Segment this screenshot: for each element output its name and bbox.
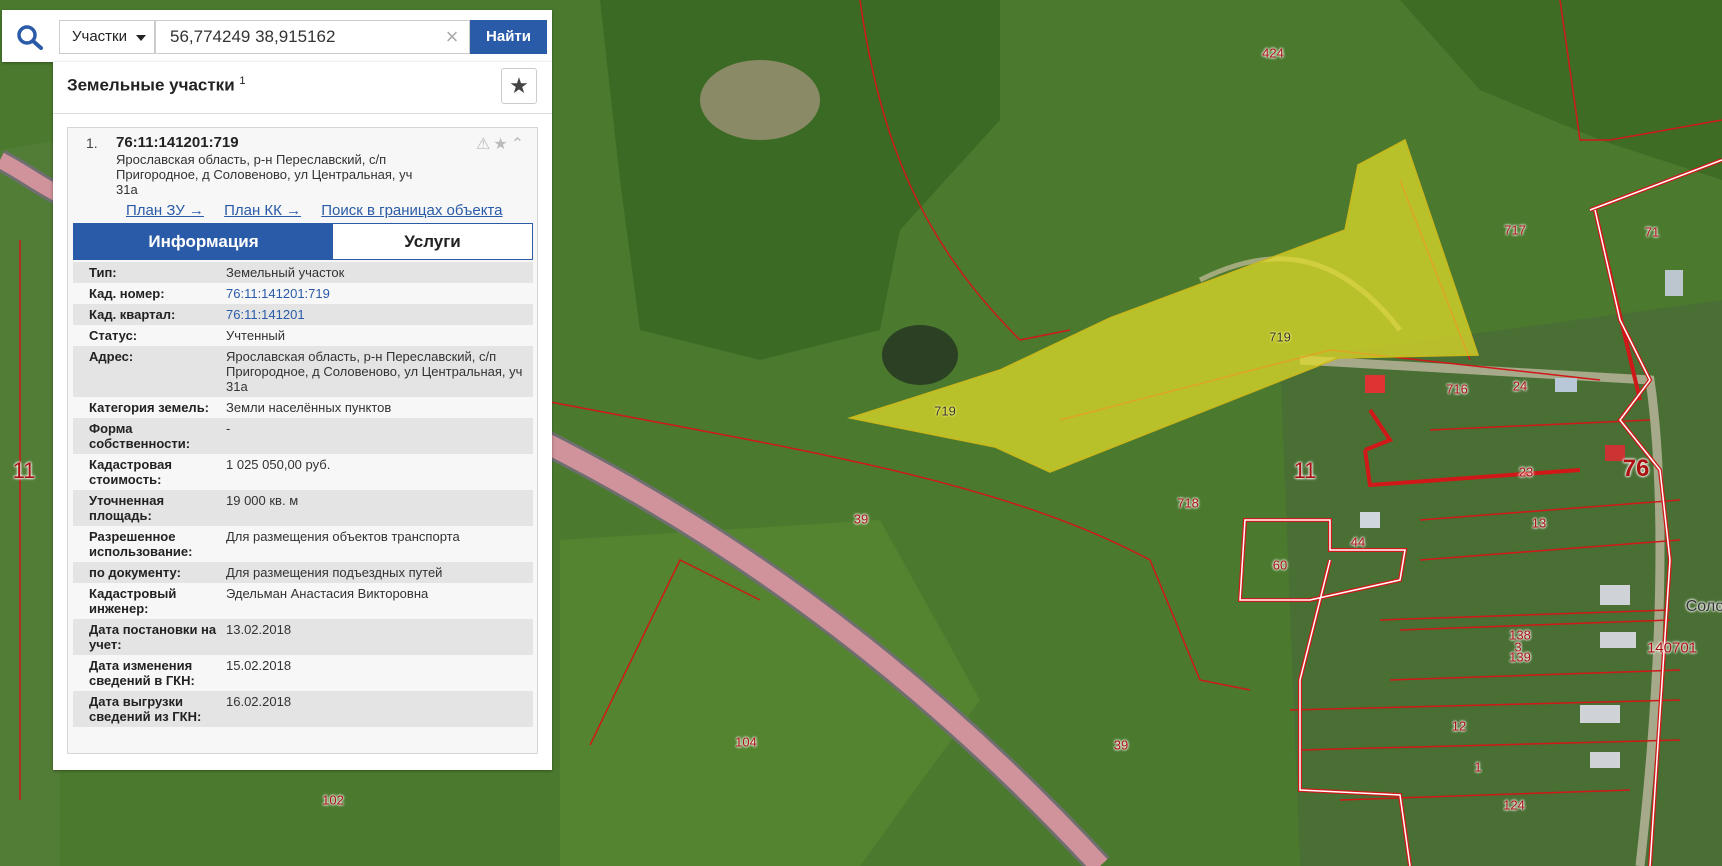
plan-zu-link[interactable]: План ЗУ → xyxy=(126,202,204,219)
category-select-value: Участки xyxy=(72,28,127,45)
info-key: Дата выгрузки сведений из ГКН: xyxy=(89,694,202,724)
info-key: Кад. номер: xyxy=(89,286,165,301)
results-panel: Земельные участки 1 ★ 1. 76:11:141201:71… xyxy=(53,62,552,770)
info-row: Категория земель: Земли населённых пункто… xyxy=(73,397,533,418)
category-select[interactable]: Участки xyxy=(59,20,155,54)
chevron-down-icon xyxy=(136,35,146,41)
info-key: Статус: xyxy=(89,328,138,343)
result-cad-number[interactable]: 76:11:141201:719 xyxy=(116,134,239,151)
cadastral-block-label: 140701 xyxy=(1646,639,1698,657)
info-key: Кад. квартал: xyxy=(89,307,176,322)
info-value: 13.02.2018 xyxy=(226,622,292,637)
info-row: Кадастровая стоимость: 1 025 050,00 руб. xyxy=(73,454,533,490)
parcel-label: 718 xyxy=(1177,495,1199,511)
info-row: Разрешенное использование: Для размещения… xyxy=(73,526,533,562)
info-value: Для размещения объектов транспорта xyxy=(226,529,460,544)
info-key: Кадастровая стоимость: xyxy=(89,457,172,487)
result-card[interactable]: 1. 76:11:141201:719 Ярославская область,… xyxy=(67,127,538,754)
parcel-label: 1 xyxy=(1474,759,1482,775)
parcel-label: 124 xyxy=(1503,797,1525,813)
info-row: Кад. номер: 76:11:141201:719 xyxy=(73,283,533,304)
info-value: 1 025 050,00 руб. xyxy=(226,457,331,472)
parcel-label: 717 xyxy=(1504,222,1526,238)
results-title: Земельные участки 1 xyxy=(67,75,246,95)
parcel-label: 12 xyxy=(1451,718,1467,734)
info-value: Ярославская область, р-н Переславский, с… xyxy=(226,349,523,394)
info-row: Кадастровый инженер: Эдельман Анастасия В… xyxy=(73,583,533,619)
cadastral-district-label: 11 xyxy=(1293,458,1317,483)
info-key: Дата изменения сведений в ГКН: xyxy=(89,658,195,688)
info-key: Дата постановки на учет: xyxy=(89,622,217,652)
find-button[interactable]: Найти xyxy=(470,20,547,54)
parcel-label: 39 xyxy=(853,511,869,527)
results-count: 1 xyxy=(239,75,246,87)
clear-icon[interactable]: × xyxy=(440,21,464,53)
parcel-label: 102 xyxy=(322,792,344,808)
info-value: Для размещения подъездных путей xyxy=(226,565,443,580)
info-key: по документу: xyxy=(89,565,181,580)
info-row: Статус: Учтенный xyxy=(73,325,533,346)
parcel-label: 60 xyxy=(1272,557,1288,573)
search-icon[interactable] xyxy=(16,24,44,50)
parcel-label: 139 xyxy=(1509,649,1531,665)
parcel-label: 39 xyxy=(1113,737,1129,753)
info-row: Дата изменения сведений в ГКН: 15.02.2018 xyxy=(73,655,533,691)
info-value: Учтенный xyxy=(226,328,286,343)
tab-information[interactable]: Информация xyxy=(74,224,333,259)
cadastral-district-label: 11 xyxy=(12,458,36,483)
info-row: Кад. квартал: 76:11:141201 xyxy=(73,304,533,325)
settlement-label: Соло xyxy=(1685,598,1722,615)
info-table: Тип: Земельный участок Кад. номер: 76:11:14… xyxy=(73,262,533,727)
result-index: 1. xyxy=(86,135,98,151)
tab-services[interactable]: Услуги xyxy=(333,224,532,259)
parcel-label: 424 xyxy=(1262,45,1284,61)
info-row: Адрес: Ярославская область, р-н Переславс… xyxy=(73,346,533,397)
info-value: 19 000 кв. м xyxy=(226,493,299,508)
search-input[interactable] xyxy=(155,20,470,54)
result-address: Ярославская область, р-н Переславский, с… xyxy=(116,152,413,197)
parcel-label: 24 xyxy=(1512,378,1528,394)
info-row: Уточненная площадь: 19 000 кв. м xyxy=(73,490,533,526)
info-value: 15.02.2018 xyxy=(226,658,292,673)
info-value[interactable]: 76:11:141201:719 xyxy=(226,286,533,301)
results-header: Земельные участки 1 ★ xyxy=(53,62,552,114)
favorite-button[interactable]: ★ xyxy=(501,68,537,104)
parcel-label: 23 xyxy=(1518,464,1534,480)
info-key: Категория земель: xyxy=(89,400,210,415)
parcel-label-selected: 719 xyxy=(1269,329,1291,345)
plan-kk-link[interactable]: План КК → xyxy=(224,202,301,219)
search-bar: Участки × Найти xyxy=(2,10,552,62)
info-value: Эдельман Анастасия Викторовна xyxy=(226,586,429,601)
info-key: Тип: xyxy=(89,265,117,280)
info-value: - xyxy=(226,421,231,436)
info-value: Земельный участок xyxy=(226,265,345,280)
info-row: Дата выгрузки сведений из ГКН: 16.02.2018 xyxy=(73,691,533,727)
info-row: Форма собственности: - xyxy=(73,418,533,454)
info-value: 16.02.2018 xyxy=(226,694,292,709)
info-key: Разрешенное использование: xyxy=(89,529,193,559)
parcel-label-selected: 719 xyxy=(934,403,956,419)
parcel-label: 13 xyxy=(1531,515,1547,531)
parcel-label: 71 xyxy=(1644,224,1660,240)
info-key: Уточненная площадь: xyxy=(89,493,165,523)
info-key: Кадастровый инженер: xyxy=(89,586,177,616)
star-icon: ★ xyxy=(509,73,529,98)
card-actions-icons[interactable]: ⚠★⌃ xyxy=(476,134,527,154)
info-row: по документу: Для размещения подъездных п… xyxy=(73,562,533,583)
info-value: Земли населённых пунктов xyxy=(226,400,392,415)
parcel-label: 44 xyxy=(1350,534,1366,550)
info-key: Адрес: xyxy=(89,349,134,364)
info-row: Тип: Земельный участок xyxy=(73,262,533,283)
info-key: Форма собственности: xyxy=(89,421,191,451)
cadastral-region-label: 76 xyxy=(1622,455,1650,482)
result-tabs: Информация Услуги xyxy=(73,223,533,260)
parcel-label: 104 xyxy=(735,734,757,750)
parcel-label: 716 xyxy=(1446,381,1468,397)
info-value[interactable]: 76:11:141201 xyxy=(226,307,533,322)
info-row: Дата постановки на учет: 13.02.2018 xyxy=(73,619,533,655)
